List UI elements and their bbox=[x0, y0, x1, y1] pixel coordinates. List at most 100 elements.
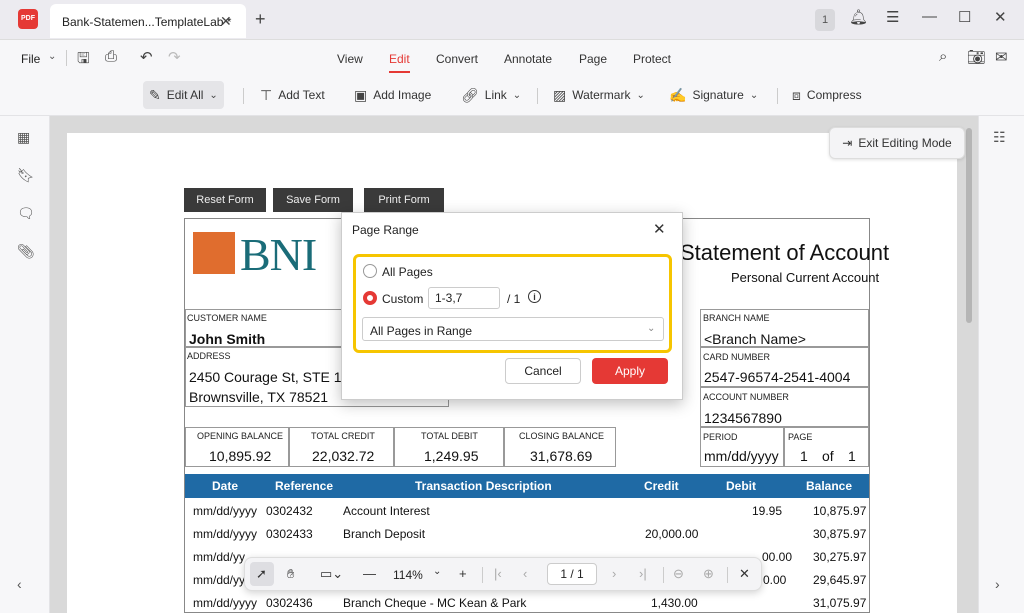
tab-protect[interactable]: Protect bbox=[633, 52, 671, 66]
row-description[interactable]: Branch Cheque - MC Kean & Park bbox=[343, 596, 526, 610]
page-subset-select[interactable]: All Pages in Range ⌄ bbox=[362, 317, 664, 341]
tab-annotate[interactable]: Annotate bbox=[504, 52, 552, 66]
vertical-scrollbar[interactable] bbox=[966, 128, 972, 323]
cancel-button[interactable]: Cancel bbox=[505, 358, 581, 384]
row-reference[interactable]: 0302433 bbox=[266, 527, 313, 541]
total-debit-value[interactable]: 1,249.95 bbox=[424, 448, 479, 464]
all-pages-radio[interactable] bbox=[363, 264, 377, 278]
page-current[interactable]: 1 bbox=[800, 448, 808, 464]
address-line1[interactable]: 2450 Courage St, STE 108 bbox=[189, 369, 357, 385]
row-balance[interactable]: 30,275.97 bbox=[813, 550, 866, 564]
row-balance[interactable]: 30,875.97 bbox=[813, 527, 866, 541]
hand-icon[interactable]: ✋︎ bbox=[287, 566, 294, 582]
custom-label[interactable]: Custom bbox=[382, 292, 423, 306]
notification-count-badge[interactable]: 1 bbox=[815, 9, 835, 31]
expand-right-icon[interactable]: › bbox=[995, 576, 1000, 592]
document-tab[interactable]: Bank-Statemen...TemplateLab * ✕ bbox=[50, 4, 246, 38]
tab-view[interactable]: View bbox=[337, 52, 363, 66]
customer-name-value[interactable]: John Smith bbox=[189, 331, 265, 347]
maximize-icon[interactable]: ☐ bbox=[958, 8, 971, 26]
zoom-in-icon[interactable]: + bbox=[459, 566, 467, 581]
view-mode-icon[interactable]: ▭⌄ bbox=[320, 566, 343, 582]
compress-button[interactable]: ⧈ Compress bbox=[786, 81, 868, 109]
watermark-button[interactable]: ▨ Watermark ⌄ bbox=[547, 81, 651, 109]
row-reference[interactable]: 0302436 bbox=[266, 596, 313, 610]
row-balance[interactable]: 10,875.97 bbox=[813, 504, 866, 518]
apply-button[interactable]: Apply bbox=[592, 358, 668, 384]
branch-name-value[interactable]: <Branch Name> bbox=[704, 331, 806, 347]
row-balance[interactable]: 31,075.97 bbox=[813, 596, 866, 610]
row-balance[interactable]: 29,645.97 bbox=[813, 573, 866, 587]
row-debit[interactable]: 19.95 bbox=[752, 504, 782, 518]
custom-radio[interactable] bbox=[363, 291, 377, 305]
camera-icon[interactable]: 📷︎ bbox=[967, 48, 986, 66]
zoom-level[interactable]: 114% bbox=[393, 568, 423, 582]
opening-balance-value[interactable]: 10,895.92 bbox=[209, 448, 271, 464]
row-credit[interactable]: 1,430.00 bbox=[651, 596, 698, 610]
comment-icon[interactable]: 🗨︎ bbox=[17, 205, 35, 222]
print-icon[interactable]: ⎙ bbox=[105, 48, 117, 65]
mail-icon[interactable]: ✉ bbox=[995, 48, 1008, 66]
custom-range-input[interactable]: 1-3,7 bbox=[428, 287, 500, 309]
bell-icon[interactable]: 🔔︎ bbox=[849, 8, 868, 26]
select-cursor-icon[interactable]: ➚ bbox=[256, 566, 267, 582]
add-text-button[interactable]: ⊤ Add Text bbox=[254, 81, 331, 109]
last-page-icon[interactable]: ›| bbox=[639, 566, 647, 581]
closing-balance-value[interactable]: 31,678.69 bbox=[530, 448, 592, 464]
all-pages-label[interactable]: All Pages bbox=[382, 265, 433, 279]
row-date[interactable]: mm/dd/yy bbox=[193, 550, 245, 564]
row-date[interactable]: mm/dd/yyyy bbox=[193, 527, 257, 541]
add-image-button[interactable]: ▣ Add Image bbox=[348, 81, 437, 109]
page-total[interactable]: 1 bbox=[848, 448, 856, 464]
zoom-out-icon[interactable]: — bbox=[363, 566, 376, 581]
redo-icon[interactable]: ↷ bbox=[168, 48, 181, 66]
search-icon[interactable]: ⌕ bbox=[939, 48, 947, 65]
properties-icon[interactable]: ☷ bbox=[993, 129, 1006, 146]
link-button[interactable]: 🔗︎ Link ⌄ bbox=[455, 81, 527, 109]
tab-page[interactable]: Page bbox=[579, 52, 607, 66]
tab-edit[interactable]: Edit bbox=[389, 52, 410, 66]
print-form-button[interactable]: Print Form bbox=[364, 188, 444, 212]
undo-icon[interactable]: ↶ bbox=[140, 48, 153, 66]
forward-icon[interactable]: ⊕ bbox=[703, 566, 714, 582]
row-reference[interactable]: 0302432 bbox=[266, 504, 313, 518]
info-icon[interactable]: i bbox=[528, 290, 541, 303]
window-close-icon[interactable]: ✕ bbox=[994, 8, 1007, 26]
collapse-left-icon[interactable]: ‹ bbox=[17, 576, 22, 592]
exit-editing-mode-button[interactable]: ⇥ Exit Editing Mode bbox=[829, 127, 965, 159]
save-icon[interactable]: 🖫 bbox=[77, 48, 90, 73]
row-debit[interactable]: 0.00 bbox=[763, 573, 786, 587]
edit-all-button[interactable]: ✎ Edit All ⌄ bbox=[143, 81, 224, 109]
account-number-value[interactable]: 1234567890 bbox=[704, 410, 782, 426]
first-page-icon[interactable]: |‹ bbox=[494, 566, 502, 581]
signature-button[interactable]: ✍ Signature ⌄ bbox=[663, 81, 764, 109]
tab-convert[interactable]: Convert bbox=[436, 52, 478, 66]
chevron-down-icon[interactable]: ⌄ bbox=[433, 566, 441, 577]
row-date[interactable]: mm/dd/yyyy bbox=[193, 596, 257, 610]
menu-icon[interactable]: ☰ bbox=[886, 8, 899, 26]
save-form-button[interactable]: Save Form bbox=[273, 188, 353, 212]
row-credit[interactable]: 20,000.00 bbox=[645, 527, 698, 541]
total-credit-value[interactable]: 22,032.72 bbox=[312, 448, 374, 464]
close-icon[interactable]: ✕ bbox=[653, 220, 666, 238]
row-date[interactable]: mm/dd/yyyy bbox=[193, 504, 257, 518]
thumbnails-icon[interactable]: ▦ bbox=[17, 129, 30, 146]
period-value[interactable]: mm/dd/yyyy bbox=[704, 448, 779, 464]
minimize-icon[interactable]: — bbox=[922, 8, 937, 25]
reset-form-button[interactable]: Reset Form bbox=[184, 188, 266, 212]
attachment-icon[interactable]: 📎︎ bbox=[17, 243, 35, 260]
card-number-value[interactable]: 2547-96574-2541-4004 bbox=[704, 369, 850, 385]
chevron-down-icon[interactable]: ⌄ bbox=[48, 51, 56, 62]
new-tab-icon[interactable]: + bbox=[255, 9, 266, 30]
tab-close-icon[interactable]: ✕ bbox=[220, 13, 232, 30]
previous-page-icon[interactable]: ‹ bbox=[523, 566, 527, 581]
row-description[interactable]: Account Interest bbox=[343, 504, 430, 518]
back-icon[interactable]: ⊖ bbox=[673, 566, 684, 582]
address-line2[interactable]: Brownsville, TX 78521 bbox=[189, 389, 328, 405]
row-date[interactable]: mm/dd/yy bbox=[193, 573, 245, 587]
next-page-icon[interactable]: › bbox=[612, 566, 616, 581]
close-toolbar-icon[interactable]: ✕ bbox=[739, 566, 750, 582]
row-debit[interactable]: 00.00 bbox=[762, 550, 792, 564]
file-menu[interactable]: File bbox=[21, 52, 40, 66]
bookmark-icon[interactable]: 🔖︎ bbox=[17, 167, 35, 184]
